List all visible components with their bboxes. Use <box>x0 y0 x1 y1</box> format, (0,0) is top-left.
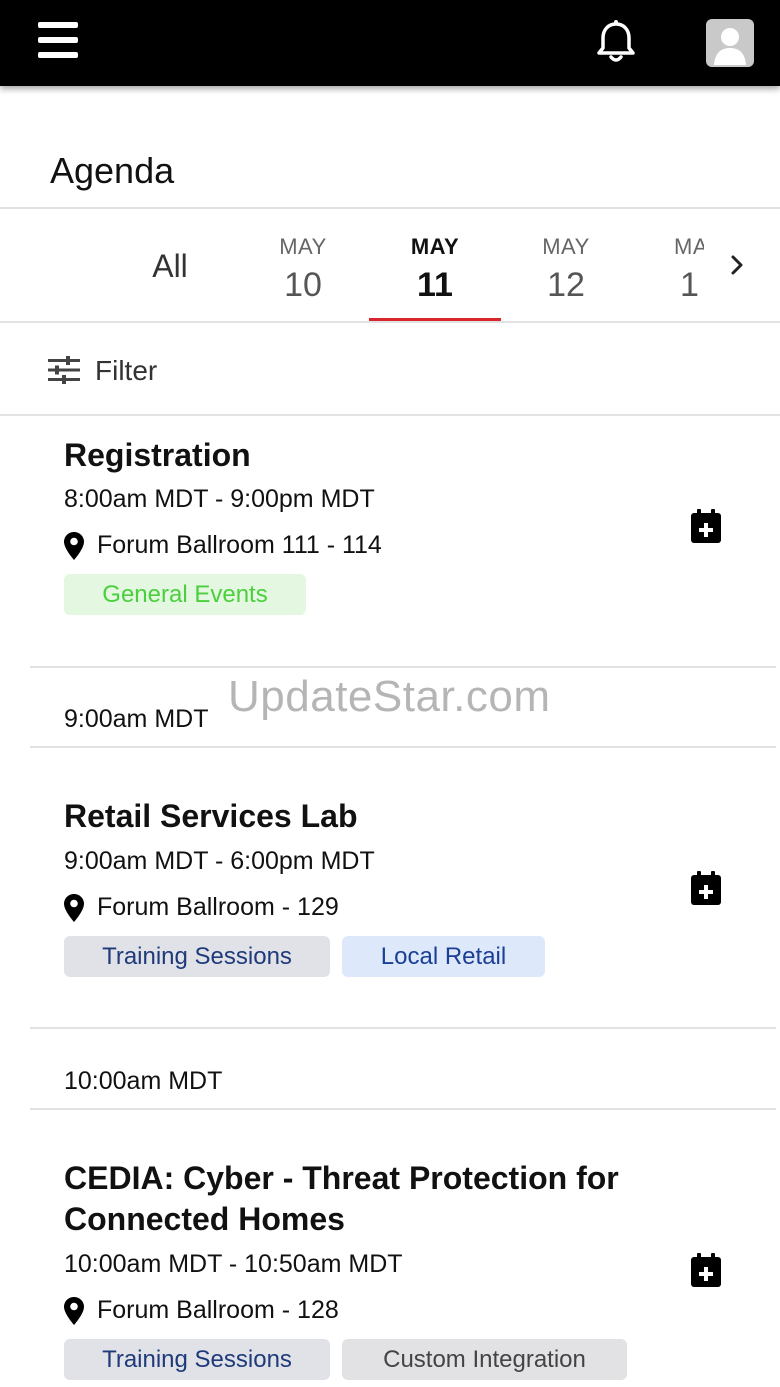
tab-month: MAY <box>542 234 590 259</box>
tab-month: MAY <box>279 234 327 259</box>
sliders-icon <box>48 356 80 384</box>
date-tabs: All MAY 10 MAY 11 MAY 12 MA 1 <box>0 210 780 322</box>
event-title-line-1: CEDIA: Cyber - Threat Protection for <box>64 1160 619 1196</box>
event-location-text: Forum Ballroom - 128 <box>97 1296 339 1324</box>
tab-day: 1 <box>680 266 699 304</box>
event-location-text: Forum Ballroom 111 - 114 <box>97 531 382 559</box>
tag-local-retail[interactable]: Local Retail <box>342 936 545 977</box>
page-title: Agenda <box>50 150 175 191</box>
event-title: Retail Services Lab <box>64 798 358 834</box>
event-title: Registration <box>64 437 251 473</box>
tab-may-13-partial[interactable]: MA 1 <box>674 210 704 322</box>
tabs-divider <box>0 321 780 323</box>
hamburger-menu-icon[interactable] <box>38 22 78 58</box>
location-pin-icon <box>64 1297 84 1325</box>
section-divider <box>30 746 776 748</box>
event-time: 8:00am MDT - 9:00pm MDT <box>64 485 375 513</box>
event-time: 9:00am MDT - 6:00pm MDT <box>64 847 375 875</box>
filter-divider <box>0 414 780 416</box>
event-title-line-2: Connected Homes <box>64 1201 345 1237</box>
tag-training-sessions[interactable]: Training Sessions <box>64 1339 330 1380</box>
add-to-calendar-icon[interactable] <box>690 1253 722 1287</box>
tab-day: 11 <box>417 266 453 304</box>
notification-bell-icon[interactable] <box>592 18 640 66</box>
tab-all[interactable]: All <box>130 248 210 285</box>
location-pin-icon <box>64 532 84 560</box>
section-divider <box>30 1027 776 1029</box>
tag-training-sessions[interactable]: Training Sessions <box>64 936 330 977</box>
time-group-header: 9:00am MDT <box>64 705 209 733</box>
top-app-bar <box>0 0 780 86</box>
title-divider <box>0 207 780 209</box>
event-time: 10:00am MDT - 10:50am MDT <box>64 1250 403 1278</box>
tag-custom-integration[interactable]: Custom Integration <box>342 1339 627 1380</box>
add-to-calendar-icon[interactable] <box>690 871 722 905</box>
add-to-calendar-icon[interactable] <box>690 509 722 543</box>
tab-may-10[interactable]: MAY 10 <box>238 210 368 322</box>
time-group-header: 10:00am MDT <box>64 1067 223 1095</box>
filter-label: Filter <box>95 355 158 386</box>
user-avatar-icon[interactable] <box>706 19 754 67</box>
tag-general-events[interactable]: General Events <box>64 574 306 615</box>
tab-may-12[interactable]: MAY 12 <box>501 210 631 322</box>
tab-may-11[interactable]: MAY 11 <box>369 210 501 322</box>
watermark: UpdateStar.com <box>228 672 551 721</box>
event-location-text: Forum Ballroom - 129 <box>97 893 339 921</box>
section-divider <box>30 1108 776 1110</box>
tab-month: MAY <box>410 234 460 259</box>
location-pin-icon <box>64 894 84 922</box>
chevron-right-icon[interactable] <box>722 250 752 280</box>
tab-month: MA <box>674 234 704 259</box>
section-divider <box>30 666 776 668</box>
tab-day: 10 <box>284 266 322 304</box>
tab-day: 12 <box>547 266 585 304</box>
